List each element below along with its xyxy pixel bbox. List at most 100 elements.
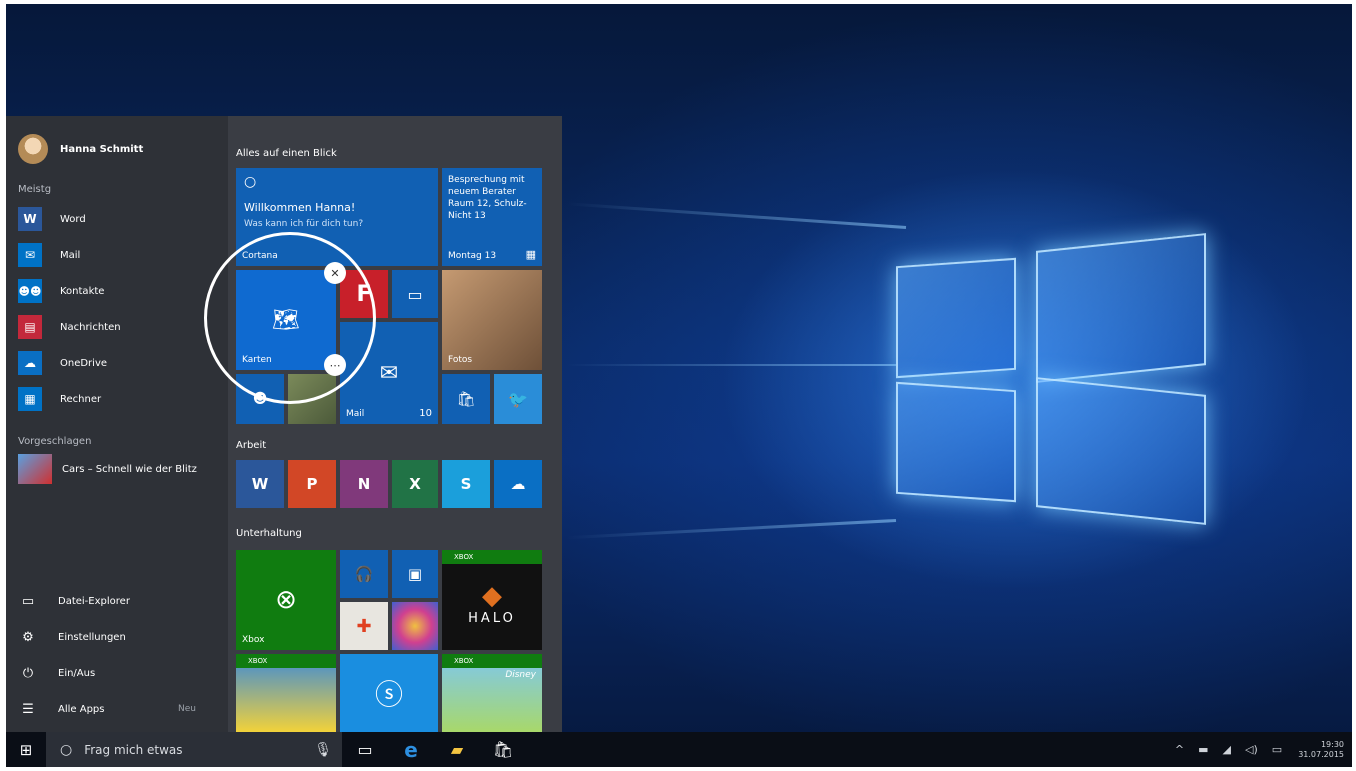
wallpaper-beam	[566, 364, 896, 366]
user-account[interactable]: Hanna Schmitt	[18, 134, 143, 164]
folder-icon: ▰	[450, 740, 464, 759]
resize-highlight-circle	[204, 232, 376, 404]
file-explorer-icon: ▭	[21, 593, 35, 609]
shazam-tile[interactable]: ⓢ	[340, 654, 438, 732]
onedrive-icon: ☁	[18, 351, 42, 375]
system-tray: ^ ▬ ◢ ◁) ▭ 19:30 31.07.2015	[1161, 732, 1344, 767]
people-icon: ☻☻	[18, 279, 42, 303]
disney-logo-text: Disney	[505, 670, 536, 680]
game-tile-1[interactable]: ✚	[340, 602, 388, 650]
calendar-event: Besprechung mit neuem Berater Raum 12, S…	[448, 175, 527, 221]
xbox-badge: XBOX	[442, 550, 542, 564]
bottom-label: Alle Apps	[58, 703, 105, 715]
cortana-title: Willkommen Hanna!	[244, 201, 356, 214]
word-tile[interactable]: W	[236, 460, 284, 508]
settings-button[interactable]: ⚙ Einstellungen	[18, 626, 126, 648]
search-placeholder: Frag mich etwas	[84, 742, 183, 757]
settings-icon: ⚙	[22, 629, 34, 645]
skype-icon: S	[460, 475, 472, 493]
logo-pane	[896, 257, 1016, 379]
app-list-item-onedrive[interactable]: ☁ OneDrive	[18, 350, 107, 376]
excel-tile[interactable]: X	[392, 460, 438, 508]
app-label: Rechner	[60, 393, 102, 405]
feedback-icon: ▭	[407, 284, 423, 304]
shazam-icon: ⓢ	[374, 678, 403, 711]
app-list-item-news[interactable]: ▤ Nachrichten	[18, 314, 121, 340]
news-icon: ▤	[18, 315, 42, 339]
store-tile[interactable]: 🛍	[442, 374, 490, 424]
bottom-label: Datei-Explorer	[58, 595, 130, 607]
calendar-tile[interactable]: Besprechung mit neuem Berater Raum 12, S…	[442, 168, 542, 266]
chevron-up-icon[interactable]: ^	[1175, 743, 1184, 756]
powerpoint-icon: P	[306, 475, 318, 493]
user-name: Hanna Schmitt	[60, 143, 144, 155]
file-explorer-taskbar-button[interactable]: ▰	[434, 732, 480, 767]
cortana-subtitle: Was kann ich für dich tun?	[244, 219, 364, 229]
app-label: Mail	[60, 249, 81, 261]
halo-logo-text: HALO	[468, 610, 516, 626]
minions-tile[interactable]: XBOX	[236, 654, 336, 732]
game-tile-2[interactable]	[392, 602, 438, 650]
tile-caption: Mail	[346, 409, 365, 419]
onedrive-tile[interactable]: ☁	[494, 460, 542, 508]
feedback-tile[interactable]: ▭	[392, 270, 438, 318]
avatar	[18, 134, 48, 164]
logo-pane	[1036, 233, 1206, 383]
calendar-icon: ▦	[525, 248, 536, 261]
halo-helmet-icon: ◆	[482, 580, 502, 611]
most-used-label: Meistg	[18, 184, 52, 195]
unpin-icon[interactable]: ✕	[324, 262, 346, 284]
microphone-icon[interactable]: 🎙	[314, 742, 332, 758]
suggested-app[interactable]: Cars – Schnell wie der Blitz	[18, 454, 197, 484]
start-button[interactable]: ⊞	[6, 732, 46, 767]
wallpaper-beam	[566, 519, 897, 540]
onenote-icon: N	[357, 475, 371, 493]
clock[interactable]: 19:30 31.07.2015	[1298, 740, 1344, 760]
movies-tile[interactable]: ▣	[392, 550, 438, 598]
volume-icon[interactable]: ◁)	[1245, 743, 1258, 756]
twitter-icon: 🐦	[508, 389, 528, 409]
onenote-tile[interactable]: N	[340, 460, 388, 508]
halo-tile[interactable]: XBOX ◆ HALO	[442, 550, 542, 650]
powerpoint-tile[interactable]: P	[288, 460, 336, 508]
frozen-tile[interactable]: XBOX Disney	[442, 654, 542, 732]
app-list-item-word[interactable]: W Word	[18, 206, 86, 232]
groove-music-tile[interactable]: 🎧	[340, 550, 388, 598]
task-view-button[interactable]: ▭	[342, 732, 388, 767]
power-icon: ⏻	[22, 665, 34, 681]
cortana-search-box[interactable]: ○ Frag mich etwas 🎙	[46, 732, 342, 767]
store-taskbar-button[interactable]: 🛍	[480, 732, 526, 767]
start-menu: Hanna Schmitt Meistg W Word ✉ Mail ☻☻ Ko…	[6, 116, 562, 732]
group-label: Arbeit	[236, 440, 267, 451]
app-label: OneDrive	[60, 357, 108, 369]
clock-time: 19:30	[1320, 739, 1344, 749]
xbox-badge: XBOX	[442, 654, 542, 668]
app-list-item-contacts[interactable]: ☻☻ Kontakte	[18, 278, 104, 304]
edge-button[interactable]: e	[388, 732, 434, 767]
battery-icon[interactable]: ▬	[1198, 743, 1208, 756]
skype-tile[interactable]: S	[442, 460, 490, 508]
wallpaper-beam	[566, 202, 907, 229]
app-label: Kontakte	[60, 285, 105, 297]
all-apps-icon: ☰	[22, 701, 34, 717]
xbox-tile[interactable]: ⊗ Xbox	[236, 550, 336, 650]
windows-logo-wallpaper	[886, 214, 1216, 544]
notifications-icon[interactable]: ▭	[1272, 743, 1282, 756]
app-label: Nachrichten	[60, 321, 121, 333]
tile-caption: Fotos	[448, 355, 473, 365]
all-apps-button[interactable]: ☰ Alle Apps	[18, 698, 104, 720]
twitter-tile[interactable]: 🐦	[494, 374, 542, 424]
app-list-item-calculator[interactable]: ▦ Rechner	[18, 386, 101, 412]
group-label: Alles auf einen Blick	[236, 148, 337, 159]
photos-tile[interactable]: Fotos	[442, 270, 542, 370]
app-list-item-mail[interactable]: ✉ Mail	[18, 242, 80, 268]
file-explorer-button[interactable]: ▭ Datei-Explorer	[18, 590, 130, 612]
resize-icon[interactable]: ⋯	[324, 354, 346, 376]
power-button[interactable]: ⏻ Ein/Aus	[18, 662, 95, 684]
film-icon: ▣	[407, 565, 423, 583]
wifi-icon[interactable]: ◢	[1223, 743, 1231, 756]
onedrive-icon: ☁	[510, 475, 526, 493]
suggested-label: Vorgeschlagen	[18, 436, 92, 447]
word-icon: W	[18, 207, 42, 231]
clock-date: 31.07.2015	[1298, 749, 1344, 759]
